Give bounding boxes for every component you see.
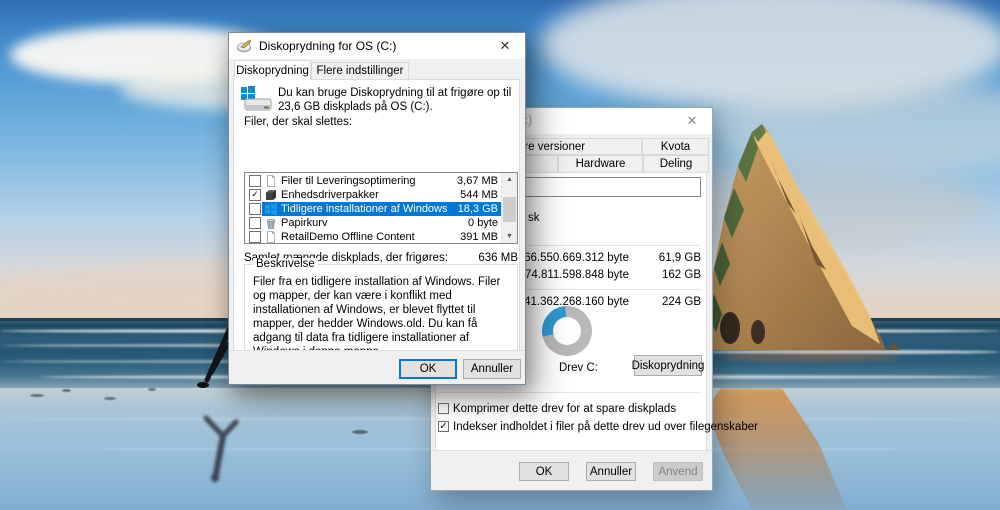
file-name: RetailDemo Offline Content (281, 231, 460, 243)
tab-diskoprydning[interactable]: Diskoprydning (234, 60, 311, 80)
cleanup-titlebar[interactable]: Diskoprydning for OS (C:) ✕ (229, 33, 525, 59)
driver-package-icon (265, 189, 277, 201)
rock-formation (700, 118, 900, 350)
cleanup-title: Diskoprydning for OS (C:) (259, 39, 396, 53)
file-name: Filer til Leveringsoptimering (281, 175, 457, 187)
checkbox[interactable] (249, 175, 261, 187)
list-item[interactable]: RetailDemo Offline Content 391 MB (246, 230, 502, 244)
compress-checkbox-label[interactable]: Komprimer dette drev for at spare diskpl… (453, 403, 676, 415)
files-listbox[interactable]: Filer til Leveringsoptimering 3,67 MB ✓ … (244, 172, 518, 244)
disk-cleanup-icon (237, 38, 253, 54)
list-item-selected[interactable]: Tidligere installationer af Windows 18,3… (246, 202, 502, 216)
drive-icon (240, 86, 272, 114)
button-label: Annuller (471, 363, 513, 375)
properties-title-fragment: :) (525, 115, 532, 127)
tab-label: Diskoprydning (236, 65, 309, 77)
close-icon[interactable]: ✕ (672, 108, 712, 134)
tab-label: Deling (660, 158, 693, 170)
scroll-down-icon[interactable]: ▼ (502, 230, 517, 243)
kelp-speck (62, 389, 71, 392)
intro-text: Du kan bruge Diskoprydning til at frigør… (278, 86, 516, 114)
tab-hardware[interactable]: Hardware (558, 155, 643, 173)
disk-usage-donut-chart (542, 306, 592, 356)
ok-button[interactable]: OK (519, 462, 569, 481)
compress-checkbox[interactable] (438, 403, 449, 414)
person-reflection (190, 408, 250, 483)
description-group-label: Beskrivelse (253, 258, 318, 270)
cleanup-tab-page: Du kan bruge Diskoprydning til at frigør… (233, 79, 520, 382)
list-item[interactable]: ✓ Enhedsdriverpakker 544 MB (246, 188, 502, 202)
index-checkbox-label[interactable]: Indekser indholdet i filer på dette drev… (453, 421, 758, 433)
tab-label: Kvota (661, 141, 690, 153)
list-item[interactable]: Filer til Leveringsoptimering 3,67 MB (246, 174, 502, 188)
checkbox[interactable] (249, 203, 261, 215)
desktop: :) ✕ Tidligere versioner Kvota Funktione… (0, 0, 1000, 510)
free-space-size: 162 GB (644, 269, 701, 281)
recycle-bin-icon (265, 217, 277, 229)
apply-button[interactable]: Anvend (653, 462, 703, 481)
file-size: 391 MB (460, 231, 502, 243)
used-space-size: 61,9 GB (644, 252, 701, 264)
checkbox[interactable] (249, 217, 261, 229)
list-scrollbar[interactable]: ▲ ▼ (501, 173, 517, 243)
drive-type-fragment: sk (528, 212, 540, 224)
scroll-up-icon[interactable]: ▲ (502, 173, 517, 186)
kelp-speck (148, 388, 156, 391)
tab-deling[interactable]: Deling (643, 155, 709, 173)
windows-icon (265, 203, 277, 215)
disk-cleanup-button[interactable]: Diskoprydning (634, 355, 702, 376)
ok-button[interactable]: OK (399, 359, 457, 379)
kelp-speck (352, 430, 368, 434)
cancel-button[interactable]: Annuller (586, 462, 636, 481)
file-name: Enhedsdriverpakker (281, 189, 460, 201)
cancel-button[interactable]: Annuller (463, 359, 521, 379)
description-text: Filer fra en tidligere installation af W… (253, 275, 509, 359)
kelp-speck (30, 394, 44, 397)
checkbox[interactable] (249, 231, 261, 243)
tab-label: Hardware (576, 158, 626, 170)
file-icon (265, 175, 277, 187)
file-name: Tidligere installationer af Windows (281, 203, 458, 215)
button-label: Anvend (658, 466, 697, 478)
disk-cleanup-dialog: Diskoprydning for OS (C:) ✕ Diskoprydnin… (228, 32, 526, 385)
button-label: Diskoprydning (632, 360, 705, 372)
file-size: 18,3 GB (458, 203, 502, 215)
total-value: 636 MB (438, 252, 518, 264)
button-label: Annuller (590, 466, 632, 478)
drive-label: Drev C: (559, 362, 598, 374)
divider (438, 392, 702, 393)
file-icon (265, 231, 277, 243)
file-size: 3,67 MB (457, 175, 502, 187)
files-list-label: Filer, der skal slettes: (244, 116, 352, 128)
checkmark-icon: ✓ (251, 189, 259, 199)
button-label: OK (536, 466, 553, 478)
sun-glint (720, 352, 900, 362)
list-item[interactable]: Papirkurv 0 byte (246, 216, 502, 230)
index-checkbox[interactable]: ✓ (438, 421, 449, 432)
file-size: 0 byte (468, 217, 502, 229)
close-icon[interactable]: ✕ (485, 33, 525, 59)
capacity-size: 224 GB (644, 296, 701, 308)
kelp-speck (104, 397, 116, 400)
checkbox[interactable]: ✓ (249, 189, 261, 201)
tab-kvota[interactable]: Kvota (642, 138, 709, 155)
tab-label: Flere indstillinger (317, 65, 404, 77)
file-size: 544 MB (460, 189, 502, 201)
file-name: Papirkurv (281, 217, 468, 229)
checkmark-icon: ✓ (439, 421, 447, 432)
scrollbar-thumb[interactable] (503, 197, 516, 222)
tab-flere-indstillinger[interactable]: Flere indstillinger (311, 62, 409, 80)
button-label: OK (420, 363, 437, 375)
